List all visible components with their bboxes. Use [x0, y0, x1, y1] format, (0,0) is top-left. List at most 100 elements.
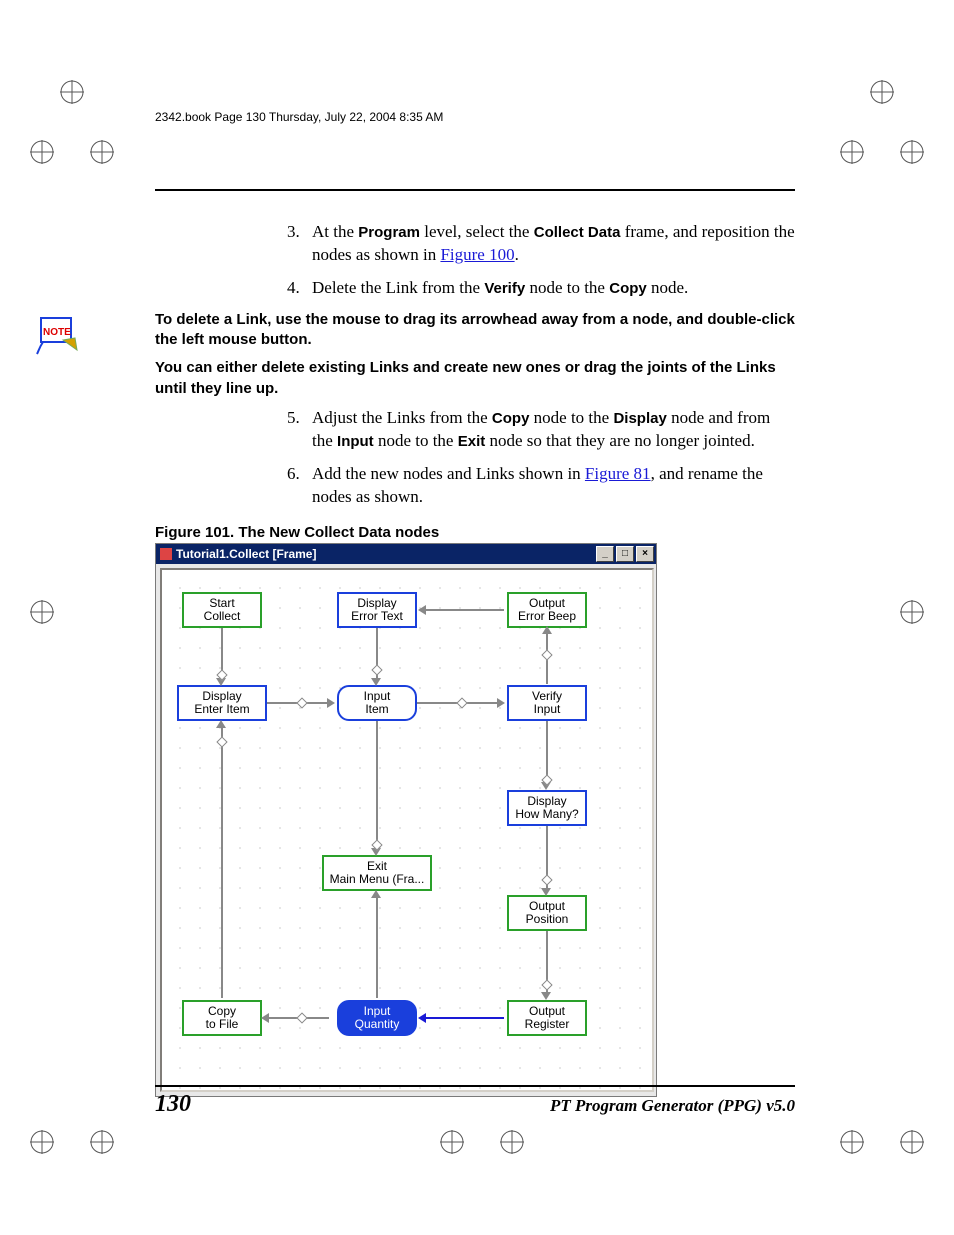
node-label: Item [343, 703, 411, 716]
node-label: Input [513, 703, 581, 716]
page-footer: 130 PT Program Generator (PPG) v5.0 [155, 1085, 795, 1118]
term-program: Program [358, 224, 420, 241]
node-label: Output [513, 597, 581, 610]
step-5: Adjust the Links from the Copy node to t… [304, 407, 795, 453]
node-display-enter-item[interactable]: Display Enter Item [177, 685, 267, 721]
arrow-up-icon [216, 720, 226, 728]
node-label: Exit [328, 860, 426, 873]
node-label: to File [188, 1018, 256, 1031]
term-input: Input [337, 433, 374, 450]
node-label: Collect [188, 610, 256, 623]
term-exit: Exit [458, 433, 486, 450]
node-label: Output [513, 1005, 581, 1018]
node-label: Enter Item [183, 703, 261, 716]
link-figure-81[interactable]: Figure 81 [585, 464, 651, 483]
node-label: Display [343, 597, 411, 610]
window-title: Tutorial1.Collect [Frame] [176, 546, 316, 562]
flow-canvas[interactable]: Start Collect Display Error Text Output … [160, 568, 654, 1092]
note-text-2: You can either delete existing Links and… [155, 358, 795, 399]
node-label: Main Menu (Fra... [328, 873, 426, 886]
term-verify: Verify [484, 280, 525, 297]
header-rule [155, 189, 795, 191]
arrow-right-icon [327, 698, 335, 708]
window-minimize-button[interactable]: _ [596, 546, 614, 562]
node-label: Error Beep [513, 610, 581, 623]
node-label: Quantity [343, 1018, 411, 1031]
note-text-1: To delete a Link, use the mouse to drag … [155, 310, 795, 351]
text: level, select the [420, 222, 534, 241]
window-maximize-button[interactable]: □ [616, 546, 634, 562]
node-label: Verify [513, 690, 581, 703]
arrow-down-icon [541, 992, 551, 1000]
node-display-how-many[interactable]: Display How Many? [507, 790, 587, 826]
link[interactable] [376, 721, 378, 848]
node-output-error-beep[interactable]: Output Error Beep [507, 592, 587, 628]
window-titlebar[interactable]: Tutorial1.Collect [Frame] _ □ × [156, 544, 656, 564]
node-verify-input[interactable]: Verify Input [507, 685, 587, 721]
node-copy-to-file[interactable]: Copy to File [182, 1000, 262, 1036]
crop-mark-icon [90, 1130, 114, 1154]
text: node to the [525, 278, 609, 297]
figure-caption: Figure 101. The New Collect Data nodes [155, 523, 795, 543]
arrow-up-icon [371, 890, 381, 898]
document-title: PT Program Generator (PPG) v5.0 [550, 1096, 795, 1116]
svg-text:NOTE: NOTE [43, 327, 71, 338]
text: node. [647, 278, 689, 297]
node-input-quantity[interactable]: Input Quantity [337, 1000, 417, 1036]
node-label: Copy [188, 1005, 256, 1018]
link[interactable] [376, 896, 378, 998]
arrow-left-icon [261, 1013, 269, 1023]
node-label: Position [513, 913, 581, 926]
node-exit-main-menu[interactable]: Exit Main Menu (Fra... [322, 855, 432, 891]
crop-mark-icon [500, 1130, 524, 1154]
crop-mark-icon [840, 1130, 864, 1154]
crop-header-text: 2342.book Page 130 Thursday, July 22, 20… [155, 110, 795, 124]
link[interactable] [424, 609, 504, 611]
text: At the [312, 222, 358, 241]
step-3: At the Program level, select the Collect… [304, 221, 795, 267]
node-label: Input [343, 1005, 411, 1018]
window-close-button[interactable]: × [636, 546, 654, 562]
node-label: Error Text [343, 610, 411, 623]
link[interactable] [221, 726, 223, 998]
node-display-error-text[interactable]: Display Error Text [337, 592, 417, 628]
node-output-register[interactable]: Output Register [507, 1000, 587, 1036]
node-label: Output [513, 900, 581, 913]
arrow-right-icon [497, 698, 505, 708]
crop-mark-icon [60, 80, 84, 104]
text: Add the new nodes and Links shown in [312, 464, 585, 483]
term-copy: Copy [609, 280, 647, 297]
text: node to the [374, 431, 458, 450]
arrow-up-icon [542, 626, 552, 634]
crop-mark-icon [30, 140, 54, 164]
arrow-down-icon [371, 678, 381, 686]
node-label: Display [513, 795, 581, 808]
text: Adjust the Links from the [312, 408, 492, 427]
step-6: Add the new nodes and Links shown in Fig… [304, 463, 795, 509]
page-number: 130 [155, 1091, 191, 1118]
node-label: Register [513, 1018, 581, 1031]
node-label: Display [183, 690, 261, 703]
node-output-position[interactable]: Output Position [507, 895, 587, 931]
text: Delete the Link from the [312, 278, 484, 297]
crop-mark-icon [900, 1130, 924, 1154]
text: node to the [529, 408, 613, 427]
node-label: How Many? [513, 808, 581, 821]
arrow-down-icon [541, 888, 551, 896]
node-input-item[interactable]: Input Item [337, 685, 417, 721]
text: . [515, 245, 519, 264]
term-copy: Copy [492, 410, 530, 427]
link-figure-100[interactable]: Figure 100 [440, 245, 514, 264]
crop-mark-icon [900, 600, 924, 624]
crop-mark-icon [870, 80, 894, 104]
figure-window: Tutorial1.Collect [Frame] _ □ × Start Co… [155, 543, 657, 1097]
arrow-left-icon [418, 1013, 426, 1023]
crop-mark-icon [900, 140, 924, 164]
text: node so that they are no longer jointed. [485, 431, 755, 450]
step-4: Delete the Link from the Verify node to … [304, 277, 795, 300]
crop-mark-icon [840, 140, 864, 164]
term-display: Display [613, 410, 666, 427]
crop-mark-icon [90, 140, 114, 164]
node-start-collect[interactable]: Start Collect [182, 592, 262, 628]
link[interactable] [424, 1017, 504, 1019]
